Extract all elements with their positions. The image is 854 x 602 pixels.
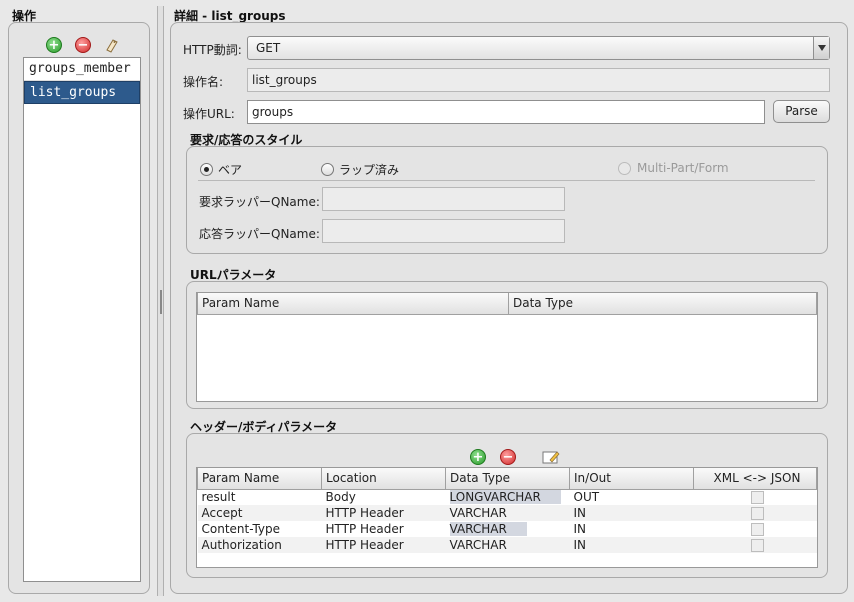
chevron-down-icon[interactable] xyxy=(813,37,829,59)
params-toolbar: + − xyxy=(470,449,560,465)
edit-param-icon[interactable] xyxy=(542,449,560,465)
divider xyxy=(198,180,815,181)
cell-data-type-wrap[interactable]: LONGVARCHAR xyxy=(446,489,570,505)
cell-location[interactable]: Body xyxy=(322,489,446,505)
op-url-label: 操作URL: xyxy=(183,107,235,121)
cell-data-type[interactable]: LONGVARCHAR xyxy=(449,490,561,505)
req-wrapper-field xyxy=(322,187,565,211)
cell-param-name[interactable]: Content-Type xyxy=(198,521,322,537)
list-item-selected[interactable]: list_groups xyxy=(24,81,140,104)
cell-data-type-wrap[interactable]: VARCHAR xyxy=(446,521,570,537)
table-row[interactable]: result Body LONGVARCHAR OUT xyxy=(198,489,817,505)
parse-button[interactable]: Parse xyxy=(773,100,830,123)
table-row[interactable]: Authorization HTTP Header VARCHAR IN xyxy=(197,537,817,553)
cell-location[interactable]: HTTP Header xyxy=(322,521,446,537)
cell-location[interactable]: HTTP Header xyxy=(321,537,446,553)
radio-multipart xyxy=(618,161,631,175)
radio-multipart-label: Multi-Part/Form xyxy=(637,161,729,175)
cell-location[interactable]: HTTP Header xyxy=(321,505,446,521)
add-icon[interactable]: + xyxy=(46,37,62,53)
url-col-data-type[interactable]: Data Type xyxy=(508,293,817,315)
op-url-field[interactable]: groups xyxy=(247,100,765,124)
cell-in-out[interactable]: IN xyxy=(569,537,694,553)
http-method-select[interactable]: GET xyxy=(247,36,830,60)
cell-in-out[interactable]: IN xyxy=(569,505,694,521)
xml-json-checkbox xyxy=(750,507,764,520)
url-params-table: Param Name Data Type xyxy=(196,292,818,402)
operations-list: groups_member list_groups xyxy=(23,57,141,582)
remove-param-icon[interactable]: − xyxy=(500,449,516,465)
cell-xml-json xyxy=(694,521,817,537)
col-data-type[interactable]: Data Type xyxy=(445,468,570,490)
add-param-icon[interactable]: + xyxy=(470,449,486,465)
cell-xml-json xyxy=(693,537,817,553)
http-method-value: GET xyxy=(256,41,281,55)
radio-wrapped[interactable] xyxy=(321,163,334,176)
cell-data-type[interactable]: VARCHAR xyxy=(445,505,570,521)
resp-wrapper-label: 応答ラッパーQName: xyxy=(199,227,320,241)
col-location[interactable]: Location xyxy=(321,468,446,490)
list-item[interactable]: groups_member xyxy=(24,58,140,81)
header-body-params-table: Param Name Location Data Type In/Out XML… xyxy=(196,467,818,568)
xml-json-checkbox xyxy=(750,491,764,505)
radio-bare-label: ベア xyxy=(218,163,243,177)
cell-param-name[interactable]: result xyxy=(198,489,322,505)
url-col-param-name[interactable]: Param Name xyxy=(197,293,509,315)
cell-data-type[interactable]: VARCHAR xyxy=(449,522,527,536)
col-in-out[interactable]: In/Out xyxy=(569,468,694,490)
radio-multipart-option: Multi-Part/Form xyxy=(618,161,729,175)
radio-wrapped-label: ラップ済み xyxy=(339,163,400,177)
cell-param-name[interactable]: Accept xyxy=(197,505,322,521)
col-param-name[interactable]: Param Name xyxy=(197,468,322,490)
splitter[interactable] xyxy=(157,6,164,596)
req-wrapper-label: 要求ラッパーQName: xyxy=(199,195,320,209)
radio-bare-option[interactable]: ベア xyxy=(200,161,242,178)
cell-in-out[interactable]: OUT xyxy=(570,489,694,505)
tag-icon[interactable] xyxy=(104,37,120,53)
table-row[interactable]: Content-Type HTTP Header VARCHAR IN xyxy=(198,521,817,537)
cell-xml-json xyxy=(693,505,817,521)
cell-param-name[interactable]: Authorization xyxy=(197,537,322,553)
http-method-label: HTTP動詞: xyxy=(183,43,242,57)
radio-bare[interactable] xyxy=(200,163,213,176)
operations-toolbar: + − xyxy=(46,37,120,53)
col-xml-json[interactable]: XML <-> JSON xyxy=(693,468,817,490)
remove-icon[interactable]: − xyxy=(75,37,91,53)
radio-wrapped-option[interactable]: ラップ済み xyxy=(321,161,399,178)
xml-json-checkbox xyxy=(750,523,764,536)
splitter-grip xyxy=(160,290,162,314)
xml-json-checkbox xyxy=(750,539,764,552)
cell-data-type[interactable]: VARCHAR xyxy=(445,537,570,553)
op-name-label: 操作名: xyxy=(183,75,224,89)
op-name-field[interactable]: list_groups xyxy=(247,68,830,92)
resp-wrapper-field xyxy=(322,219,565,243)
cell-xml-json xyxy=(694,489,817,505)
cell-in-out[interactable]: IN xyxy=(570,521,694,537)
table-row[interactable]: Accept HTTP Header VARCHAR IN xyxy=(197,505,817,521)
